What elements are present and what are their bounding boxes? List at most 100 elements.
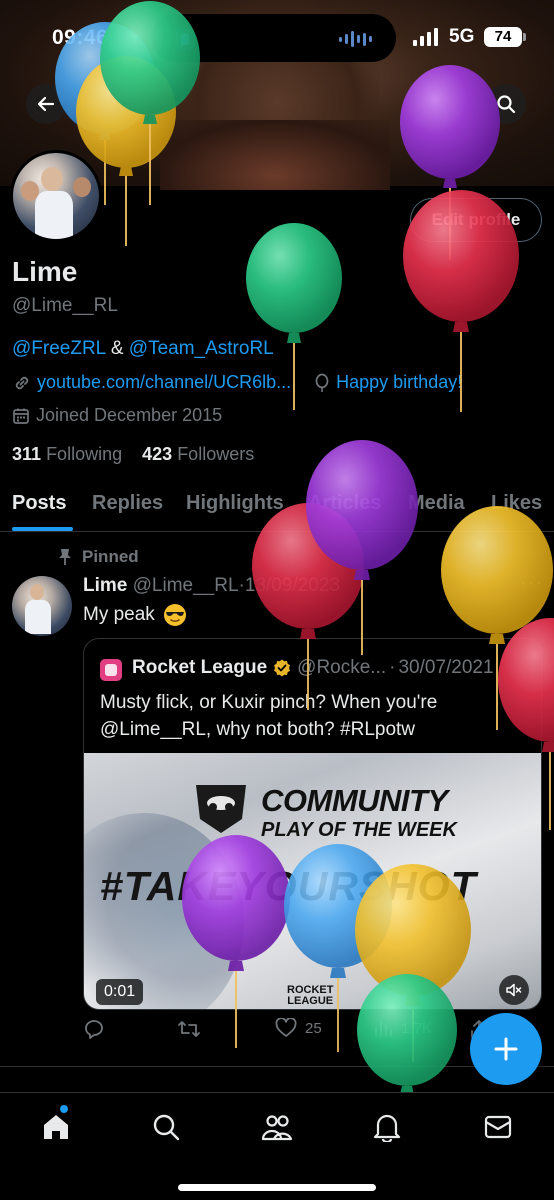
nav-messages[interactable] [482,1111,514,1143]
quoted-author-handle: @Rocke... [297,657,387,678]
profile-birthday[interactable]: Happy birthday! [336,372,462,393]
video-duration: 0:01 [96,979,144,1005]
compose-button[interactable] [470,1013,542,1085]
profile-meta-row: youtube.com/channel/UCR6lb... Happy birt… [12,372,462,393]
bio-joiner: & [105,338,129,359]
quoted-date-separator: · [389,657,396,678]
reply-button[interactable] [83,1018,113,1040]
muted-speaker-icon [506,983,522,997]
like-count: 25 [305,1019,322,1037]
tweet-author-handle[interactable]: @Lime__RL [133,575,239,596]
quoted-tweet-text: Musty flick, or Kuxir pinch? When you're… [100,692,438,740]
link-icon [15,376,29,389]
search-button[interactable] [486,84,526,124]
tweet-author-avatar[interactable] [12,576,72,636]
active-tab-indicator [12,527,73,531]
tab-articles[interactable]: Articles [308,492,381,515]
feed-separator [0,1066,554,1067]
balloon-purple [306,440,418,655]
video-subheading: PLAY OF THE WEEK [261,819,457,841]
quoted-video[interactable]: COMMUNITY PLAY OF THE WEEK #TAKEYOURSHOT… [84,753,541,1009]
profile-handle: @Lime__RL [12,295,118,316]
following-link[interactable]: 311 Following [12,444,122,464]
tweet-author-name[interactable]: Lime [83,575,127,596]
search-icon [497,95,516,114]
video-hashtag: #TAKEYOURSHOT [100,863,477,909]
tab-replies[interactable]: Replies [92,492,163,515]
profile-joined-date: Joined December 2015 [36,405,223,425]
tab-likes[interactable]: Likes [491,492,542,515]
heart-icon [275,1018,297,1037]
balloon-icon [315,373,329,392]
sunglasses-emoji-icon [163,604,186,626]
like-button[interactable]: 25 [275,1018,322,1038]
pinned-indicator: Pinned [58,547,139,567]
profile-joined-row: Joined December 2015 [12,405,222,426]
tweet-text: My peak [83,604,155,625]
nav-communities[interactable] [261,1111,293,1143]
pin-icon [59,549,71,565]
retweet-icon [178,1021,200,1037]
tweet-more-button[interactable]: ··· [520,572,543,595]
tweet-text-row: My peak [83,603,187,627]
followers-count: 423 [142,444,173,464]
back-button[interactable] [26,84,66,124]
dynamic-island[interactable] [152,14,396,62]
views-icon [375,1021,392,1037]
avatar-photo-detail [30,584,44,600]
profile-display-name: Lime [12,256,78,287]
signal-strength-icon [413,28,438,46]
followers-label: Followers [177,444,255,464]
gold-verified-badge-icon [274,659,291,677]
nav-home[interactable] [40,1111,72,1143]
rocket-league-avatar[interactable] [100,659,122,681]
quoted-date: 30/07/2021 [398,657,494,678]
search-icon [153,1114,180,1141]
avatar-photo-detail [35,191,73,239]
quoted-author-name: Rocket League [132,657,268,678]
profile-bio: @FreeZRL & @Team_AstroRL [12,338,274,360]
view-count: 1.7K [401,1019,432,1037]
retweet-button[interactable] [177,1018,209,1040]
quoted-tweet-header: Rocket League @Rocke... · 30/07/2021 [132,657,494,679]
tab-media[interactable]: Media [408,492,465,515]
avatar-photo-detail [41,167,63,191]
home-icon [44,1115,68,1139]
avatar-photo-detail [25,600,51,634]
bottom-nav [0,1092,554,1200]
home-notification-dot [60,1105,68,1113]
edit-profile-button[interactable]: Edit profile [410,198,542,242]
nav-explore[interactable] [150,1111,182,1143]
tweet-date[interactable]: 13/09/2023 [245,575,340,596]
quoted-tweet[interactable]: Rocket League @Rocke... · 30/07/2021 Mus… [83,638,542,1010]
video-heading: COMMUNITY [261,783,448,818]
bio-mention-freezrl[interactable]: @FreeZRL [12,338,106,359]
status-time: 09:46 [52,26,109,49]
network-type: 5G [449,26,475,47]
profile-avatar[interactable] [10,150,102,242]
follow-counts: 311 Following 423 Followers [12,444,254,465]
tweet-header: Lime @Lime__RL·13/09/2023 [83,575,340,597]
home-indicator[interactable] [178,1184,376,1191]
bell-icon [373,1114,401,1142]
video-brand-line-2: LEAGUE [287,995,334,1007]
plus-icon [494,1037,518,1061]
tab-posts[interactable]: Posts [12,492,66,515]
reply-icon [85,1020,103,1039]
rocket-league-emblem-icon [196,785,246,833]
arrow-left-icon [37,96,55,112]
following-label: Following [46,444,123,464]
status-bar: 09:46 5G 74 [0,0,554,76]
mute-button[interactable] [499,975,529,1005]
audio-waveform-icon [339,30,372,48]
nav-notifications[interactable] [371,1111,403,1143]
battery-level: 74 [484,27,526,47]
views-button[interactable]: 1.7K [373,1018,432,1038]
bio-mention-team-astrorl[interactable]: @Team_AstroRL [129,338,274,359]
tab-highlights[interactable]: Highlights [186,492,284,515]
profile-website-link[interactable]: youtube.com/channel/UCR6lb... [37,372,291,393]
avatar-photo-detail [73,177,91,197]
followers-link[interactable]: 423 Followers [142,444,254,464]
now-playing-app-icon [176,28,194,50]
calendar-icon [13,408,29,424]
